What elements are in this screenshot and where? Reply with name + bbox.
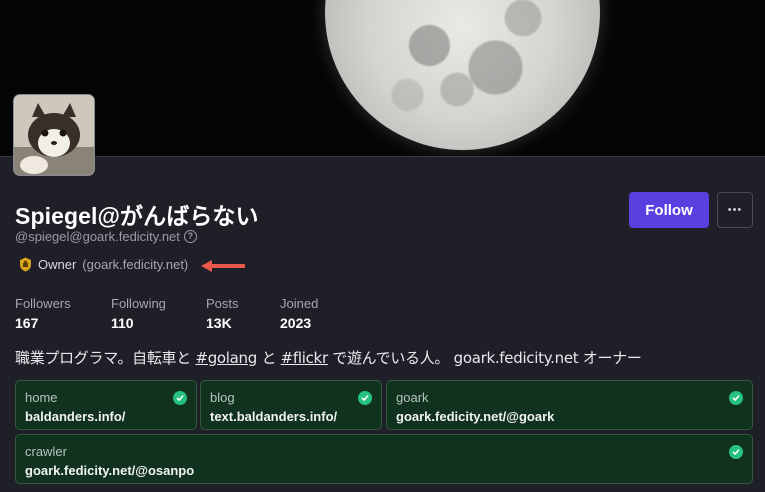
stat-label: Joined: [280, 296, 319, 311]
bio-text: と: [256, 349, 281, 367]
bio-text: で遊んでいる人。 goark.fedicity.net オーナー: [327, 349, 642, 367]
account-handle: @spiegel@goark.fedicity.net ?: [15, 229, 197, 244]
profile-field-goark[interactable]: goark goark.fedicity.net/@goark: [386, 380, 753, 430]
stat-posts[interactable]: Posts 13K: [206, 296, 280, 331]
header-banner-image: [0, 0, 765, 157]
display-name: Spiegel@がんばらない: [15, 203, 259, 229]
bio-text: 職業プログラマ。自転車と: [15, 349, 196, 367]
owner-badge-icon: [20, 257, 31, 272]
field-name: crawler: [25, 444, 67, 459]
follow-button[interactable]: Follow: [629, 192, 709, 228]
hashtag-golang-link[interactable]: #golang: [195, 349, 257, 367]
role-server: (goark.fedicity.net): [82, 257, 189, 272]
check-circle-icon: [173, 391, 187, 405]
field-link[interactable]: goark.fedicity.net/@osanpo: [25, 463, 743, 478]
arrow-left-icon: [201, 260, 245, 272]
cat-avatar-image: [14, 95, 94, 175]
field-name: blog: [210, 390, 235, 405]
profile-bio: 職業プログラマ。自転車と #golang と #flickr で遊んでいる人。 …: [15, 347, 642, 368]
check-circle-icon: [729, 391, 743, 405]
field-link[interactable]: baldanders.info/: [25, 409, 187, 424]
stat-label: Followers: [15, 296, 71, 311]
profile-field-blog[interactable]: blog text.baldanders.info/: [200, 380, 382, 430]
stat-value: 2023: [280, 315, 312, 331]
ellipsis-icon: •••: [727, 204, 743, 216]
check-circle-icon: [729, 445, 743, 459]
field-name: goark: [396, 390, 429, 405]
hashtag-flickr-link[interactable]: #flickr: [281, 349, 328, 367]
stat-value: 13K: [206, 315, 232, 331]
role-name: Owner: [38, 257, 77, 272]
check-circle-icon: [358, 391, 372, 405]
more-options-button[interactable]: •••: [717, 192, 753, 228]
avatar[interactable]: [13, 94, 95, 176]
stat-label: Posts: [206, 296, 239, 311]
moon-image: [325, 0, 600, 150]
profile-stats: Followers 167 Following 110 Posts 13K Jo…: [15, 296, 360, 331]
stat-followers[interactable]: Followers 167: [15, 296, 111, 331]
field-link[interactable]: goark.fedicity.net/@goark: [396, 409, 743, 424]
account-handle-text: @spiegel@goark.fedicity.net: [15, 229, 180, 244]
profile-field-crawler[interactable]: crawler goark.fedicity.net/@osanpo: [15, 434, 753, 484]
role-badge: Owner (goark.fedicity.net): [19, 257, 188, 272]
profile-field-home[interactable]: home baldanders.info/: [15, 380, 197, 430]
stat-label: Following: [111, 296, 166, 311]
stat-value: 110: [111, 315, 134, 331]
stat-value: 167: [15, 315, 39, 331]
header-divider: [0, 156, 765, 157]
field-link[interactable]: text.baldanders.info/: [210, 409, 372, 424]
stat-joined: Joined 2023: [280, 296, 360, 331]
field-name: home: [25, 390, 58, 405]
help-circle-icon[interactable]: ?: [183, 230, 197, 243]
stat-following[interactable]: Following 110: [111, 296, 206, 331]
